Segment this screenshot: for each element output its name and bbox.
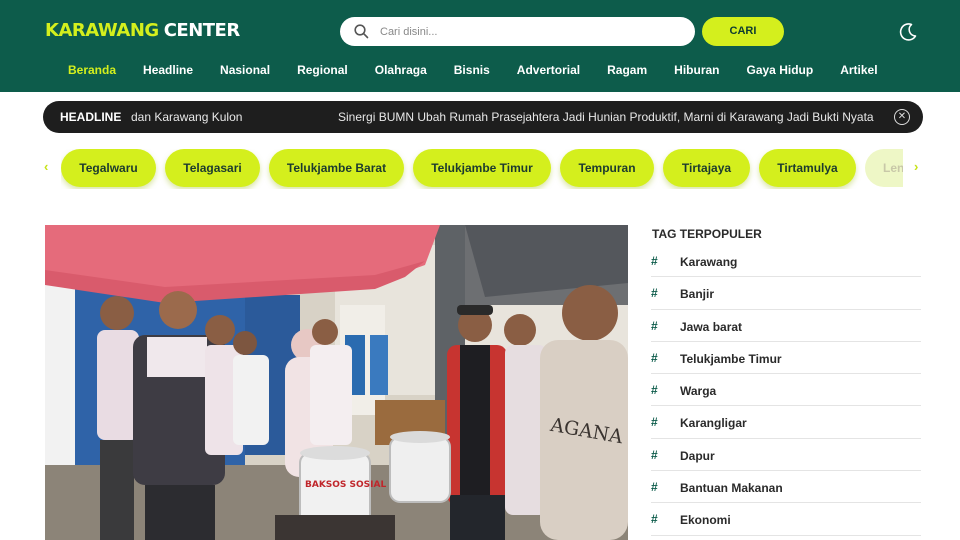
chip-tirtajaya[interactable]: Tirtajaya (663, 149, 750, 187)
nav-item-olahraga[interactable]: Olahraga (375, 63, 427, 79)
tag-item-ekonomi[interactable]: # Ekonomi (651, 503, 921, 536)
tag-label[interactable]: Bantuan Makanan (680, 481, 783, 495)
nav-item-regional[interactable]: Regional (297, 63, 348, 79)
logo-part2: CENTER (163, 20, 241, 41)
tag-item-banjir[interactable]: # Banjir (651, 277, 921, 310)
tag-label[interactable]: Karawang (680, 255, 737, 269)
tag-item-jawa-barat[interactable]: # Jawa barat (651, 310, 921, 342)
chip-tirtamulya[interactable]: Tirtamulya (759, 149, 856, 187)
tag-label[interactable]: Banjir (680, 287, 714, 301)
nav-item-headline[interactable]: Headline (143, 63, 193, 79)
chevron-right-icon[interactable]: › (914, 159, 918, 174)
tag-item-telukjambe-timur[interactable]: # Telukjambe Timur (651, 342, 921, 375)
chip-telagasari[interactable]: Telagasari (165, 149, 260, 187)
popular-tags-title: TAG TERPOPULER (652, 227, 762, 241)
nav-item-hiburan[interactable]: Hiburan (674, 63, 719, 79)
search-input[interactable] (380, 17, 680, 46)
hash-icon: # (651, 447, 658, 462)
tag-item-dapur[interactable]: # Dapur (651, 439, 921, 472)
nav-item-nasional[interactable]: Nasional (220, 63, 270, 79)
hash-icon: # (651, 254, 658, 268)
chevron-left-icon[interactable]: ‹ (44, 159, 48, 174)
ticker-label: HEADLINE (60, 110, 122, 124)
close-icon[interactable]: ✕ (894, 109, 910, 125)
tag-label[interactable]: Warga (680, 384, 716, 398)
nav-item-ragam[interactable]: Ragam (607, 63, 647, 79)
hash-icon: # (651, 318, 658, 333)
headline-ticker: HEADLINE dan Karawang Kulon Sinergi BUMN… (43, 101, 923, 133)
site-logo[interactable]: KARAWANG CENTER (45, 20, 240, 41)
tag-label[interactable]: Telukjambe Timur (680, 352, 782, 366)
chip-tempuran[interactable]: Tempuran (560, 149, 654, 187)
nav-item-beranda[interactable]: Beranda (68, 63, 116, 79)
search-icon (354, 24, 369, 39)
chip-tegalwaru[interactable]: Tegalwaru (61, 149, 156, 187)
nav-item-bisnis[interactable]: Bisnis (454, 63, 490, 79)
popular-tags-list: # Karawang # Banjir # Jawa barat # Telukjamb… (651, 245, 921, 536)
nav-item-gaya-hidup[interactable]: Gaya Hidup (747, 63, 814, 79)
district-chips: Tegalwaru Telagasari Telukjambe Barat Te… (61, 149, 903, 189)
featured-news-photo[interactable]: AGANA BAKSOS SOSIAL AGANA (45, 225, 628, 540)
search-button[interactable]: CARI (702, 17, 784, 46)
ticker-headline-link[interactable]: Sinergi BUMN Ubah Rumah Prasejahtera Jad… (338, 110, 874, 124)
hash-icon: # (651, 286, 658, 301)
tag-label[interactable]: Jawa barat (680, 320, 742, 334)
tag-label[interactable]: Karangligar (680, 416, 747, 430)
logo-part1: KARAWANG (45, 20, 159, 41)
site-header: KARAWANGCENTER CARI Beranda Headline Nas… (0, 0, 960, 92)
search-box (340, 17, 695, 46)
moon-icon[interactable] (898, 22, 918, 42)
nav-item-advertorial[interactable]: Advertorial (517, 63, 580, 79)
tag-label[interactable]: Dapur (680, 449, 715, 463)
tag-item-warga[interactable]: # Warga (651, 374, 921, 407)
hash-icon: # (651, 480, 658, 495)
tag-item-karawang[interactable]: # Karawang (651, 245, 921, 278)
tag-item-bantuan-makanan[interactable]: # Bantuan Makanan (651, 471, 921, 504)
main-nav: Beranda Headline Nasional Regional Olahr… (68, 63, 878, 79)
tag-label[interactable]: Ekonomi (680, 513, 731, 527)
chip-telukjambe-barat[interactable]: Telukjambe Barat (269, 149, 404, 187)
tag-item-karangligar[interactable]: # Karangligar (651, 406, 921, 439)
hash-icon: # (651, 415, 658, 430)
nav-item-artikel[interactable]: Artikel (840, 63, 877, 79)
hash-icon: # (651, 512, 658, 527)
ticker-headline-link[interactable]: dan Karawang Kulon (131, 110, 242, 124)
hash-icon: # (651, 383, 658, 398)
chip-len[interactable]: Len (865, 149, 903, 187)
chip-telukjambe-timur[interactable]: Telukjambe Timur (413, 149, 551, 187)
news-photo-illustration: AGANA BAKSOS SOSIAL AGANA (45, 225, 628, 540)
hash-icon: # (651, 350, 658, 365)
